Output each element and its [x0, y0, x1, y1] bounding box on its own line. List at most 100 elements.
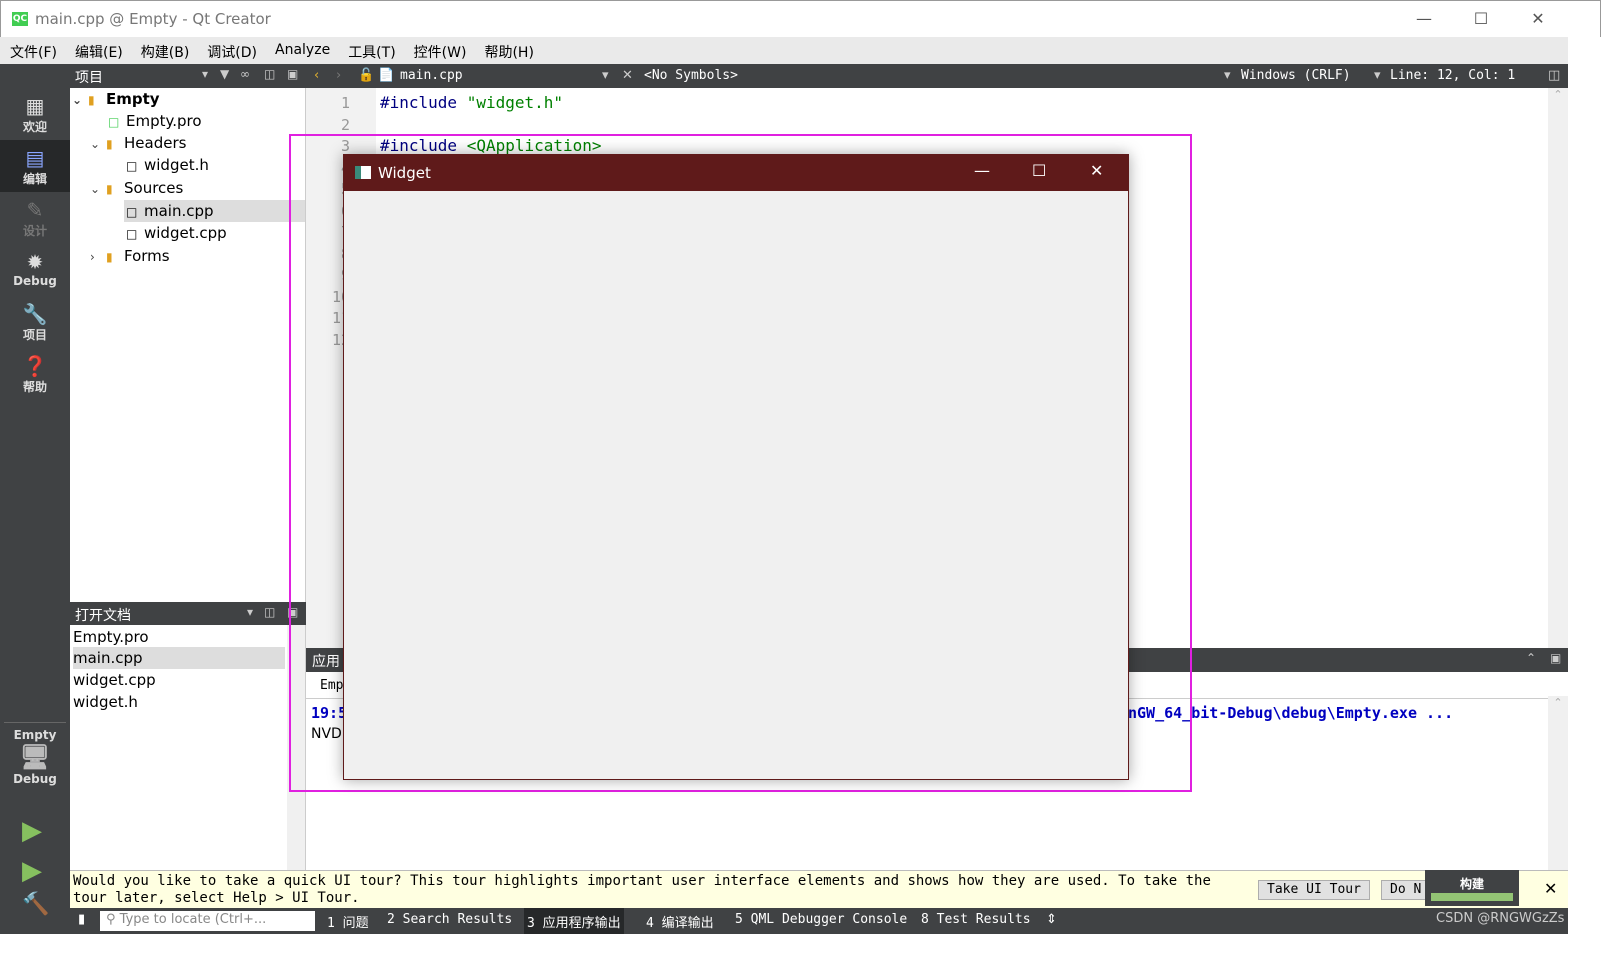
menu-help[interactable]: 帮助(H)	[474, 37, 541, 64]
tree-item-pro[interactable]: □ Empty.pro	[108, 110, 202, 132]
tree-item-empty[interactable]: ⌄ ▮ Empty	[72, 88, 160, 110]
dropdown-icon[interactable]: ▾	[202, 67, 208, 81]
pane-test-results[interactable]: 8 Test Results	[921, 912, 1031, 927]
open-doc-item[interactable]: widget.cpp	[73, 669, 285, 691]
open-doc-item[interactable]: widget.h	[73, 691, 285, 713]
pane-search-results[interactable]: 2 Search Results	[387, 912, 512, 927]
locator-input[interactable]: ⚲ Type to locate (Ctrl+...	[100, 911, 315, 931]
code-keyword: #include	[380, 93, 458, 112]
editor-scrollbar[interactable]: ⌃	[1548, 88, 1568, 648]
widget-window: Widget — ☐ ✕	[343, 154, 1129, 780]
minimize-button[interactable]: —	[1409, 7, 1439, 31]
mode-help[interactable]: ❓ 帮助	[0, 348, 70, 400]
forward-icon[interactable]: ›	[336, 68, 341, 83]
widget-title-bar[interactable]: Widget — ☐ ✕	[344, 155, 1128, 191]
close-file-icon[interactable]: ✕	[622, 68, 633, 83]
output-scrollbar[interactable]: ⌃	[1548, 696, 1568, 870]
pro-file-icon: □	[108, 115, 120, 129]
help-icon: ❓	[22, 354, 48, 378]
filter-icon[interactable]: ▼	[220, 67, 229, 81]
tree-item-sources[interactable]: ⌄ ▮ Sources	[90, 177, 183, 199]
project-panel-header: 项目 ▾ ▼ ∞ ◫ ▣	[70, 64, 306, 88]
project-folder-icon: ▮	[88, 93, 95, 107]
open-doc-item[interactable]: main.cpp	[73, 647, 285, 669]
menu-edit[interactable]: 编辑(E)	[65, 37, 131, 64]
project-panel-title[interactable]: 项目	[75, 67, 103, 87]
dropdown-icon[interactable]: ▾	[247, 605, 253, 619]
lock-icon: 🔓	[358, 68, 375, 83]
line-ending-selector[interactable]: Windows (CRLF)	[1241, 68, 1351, 83]
pane-issues[interactable]: 1 问题	[327, 912, 369, 931]
dropdown-icon[interactable]: ▾	[1374, 68, 1381, 83]
split-icon[interactable]: ◫	[1548, 68, 1560, 83]
pane-application-output[interactable]: 3 应用程序输出	[524, 908, 624, 934]
header-file-icon: □	[126, 159, 138, 173]
monitor-icon: 🖥	[19, 743, 51, 771]
menu-build[interactable]: 构建(B)	[131, 37, 198, 64]
edit-icon: ▤	[25, 146, 45, 170]
link-icon[interactable]: ∞	[240, 67, 250, 81]
window-title: main.cpp @ Empty - Qt Creator	[35, 10, 271, 28]
menu-analyze[interactable]: Analyze	[265, 37, 338, 64]
menu-file[interactable]: 文件(F)	[0, 37, 65, 64]
take-ui-tour-button[interactable]: Take UI Tour	[1258, 880, 1370, 900]
cpp-file-icon: □	[126, 227, 138, 241]
app-icon	[355, 166, 371, 179]
maximize-pane-icon[interactable]: ⌃	[1526, 651, 1536, 665]
cursor-position[interactable]: Line: 12, Col: 1	[1390, 68, 1515, 83]
tree-item-widget-cpp[interactable]: □ widget.cpp	[126, 222, 227, 244]
build-hammer-button[interactable]: 🔨	[22, 892, 49, 917]
mode-design[interactable]: ✎ 设计	[0, 192, 70, 244]
mode-debug[interactable]: ✹ Debug	[0, 244, 70, 296]
menu-debug[interactable]: 调试(D)	[197, 37, 265, 64]
ui-tour-bar: Would you like to take a quick UI tour? …	[70, 870, 1568, 908]
tree-item-main-cpp[interactable]: □ main.cpp	[124, 200, 305, 222]
mode-edit[interactable]: ▤ 编辑	[0, 140, 70, 192]
file-selector[interactable]: main.cpp	[400, 68, 463, 83]
chevron-right-icon: ›	[90, 250, 95, 264]
pane-compile-output[interactable]: 4 编译输出	[646, 912, 714, 931]
tree-item-widget-h[interactable]: □ widget.h	[126, 154, 209, 176]
close-panel-icon[interactable]: ▣	[287, 67, 298, 81]
close-tour-icon[interactable]: ✕	[1544, 879, 1557, 898]
dropdown-icon[interactable]: ▾	[602, 68, 609, 83]
build-label: 构建	[1459, 877, 1484, 891]
menu-tools[interactable]: 工具(T)	[338, 37, 403, 64]
open-docs-title[interactable]: 打开文档	[75, 605, 131, 625]
mode-welcome[interactable]: ▦ 欢迎	[0, 88, 70, 140]
menu-bar: 文件(F) 编辑(E) 构建(B) 调试(D) Analyze 工具(T) 控件…	[0, 37, 1568, 64]
headers-folder-icon: ▮	[106, 137, 113, 151]
cpp-file-icon: □	[126, 205, 138, 219]
split-icon[interactable]: ◫	[264, 605, 275, 619]
more-panes-icon[interactable]: ⇕	[1046, 912, 1057, 927]
status-bar: ▮ ⚲ Type to locate (Ctrl+... 1 问题 2 Sear…	[70, 908, 1568, 934]
toggle-sidebar-icon[interactable]: ▮	[78, 912, 85, 927]
mode-projects[interactable]: 🔧 项目	[0, 296, 70, 348]
menu-controls[interactable]: 控件(W)	[404, 37, 475, 64]
widget-maximize-button[interactable]: ☐	[1032, 161, 1046, 180]
close-button[interactable]: ✕	[1523, 7, 1553, 31]
open-docs-header: 打开文档 ▾ ◫ ▣	[70, 602, 306, 625]
split-icon[interactable]: ◫	[264, 67, 275, 81]
chevron-down-icon: ⌄	[90, 137, 101, 151]
run-button[interactable]: ▶	[22, 816, 42, 846]
editor-toolbar: ‹ › 🔓 📄 main.cpp ▾ ✕ <No Symbols> ▾ Wind…	[306, 64, 1568, 88]
widget-close-button[interactable]: ✕	[1090, 161, 1103, 180]
widget-minimize-button[interactable]: —	[974, 161, 990, 180]
qt-creator-logo: QC	[12, 12, 28, 26]
kit-selector[interactable]: Empty 🖥 Debug	[0, 728, 70, 786]
dropdown-icon[interactable]: ▾	[1224, 68, 1231, 83]
maximize-button[interactable]: ☐	[1466, 7, 1496, 31]
back-icon[interactable]: ‹	[314, 68, 319, 83]
debug-run-button[interactable]: ▶	[22, 856, 42, 886]
tree-item-headers[interactable]: ⌄ ▮ Headers	[90, 132, 186, 154]
sources-folder-icon: ▮	[106, 182, 113, 196]
close-pane-icon[interactable]: ▣	[1550, 651, 1561, 665]
build-progress-bar	[1431, 893, 1513, 901]
symbols-selector[interactable]: <No Symbols>	[644, 68, 738, 83]
tree-item-forms[interactable]: › ▮ Forms	[90, 245, 170, 267]
watermark: CSDN @RNGWGzZs	[1436, 911, 1565, 926]
open-doc-item[interactable]: Empty.pro	[73, 626, 285, 648]
bug-icon: ✹	[26, 250, 44, 274]
pane-qml-debugger[interactable]: 5 QML Debugger Console	[735, 912, 907, 927]
